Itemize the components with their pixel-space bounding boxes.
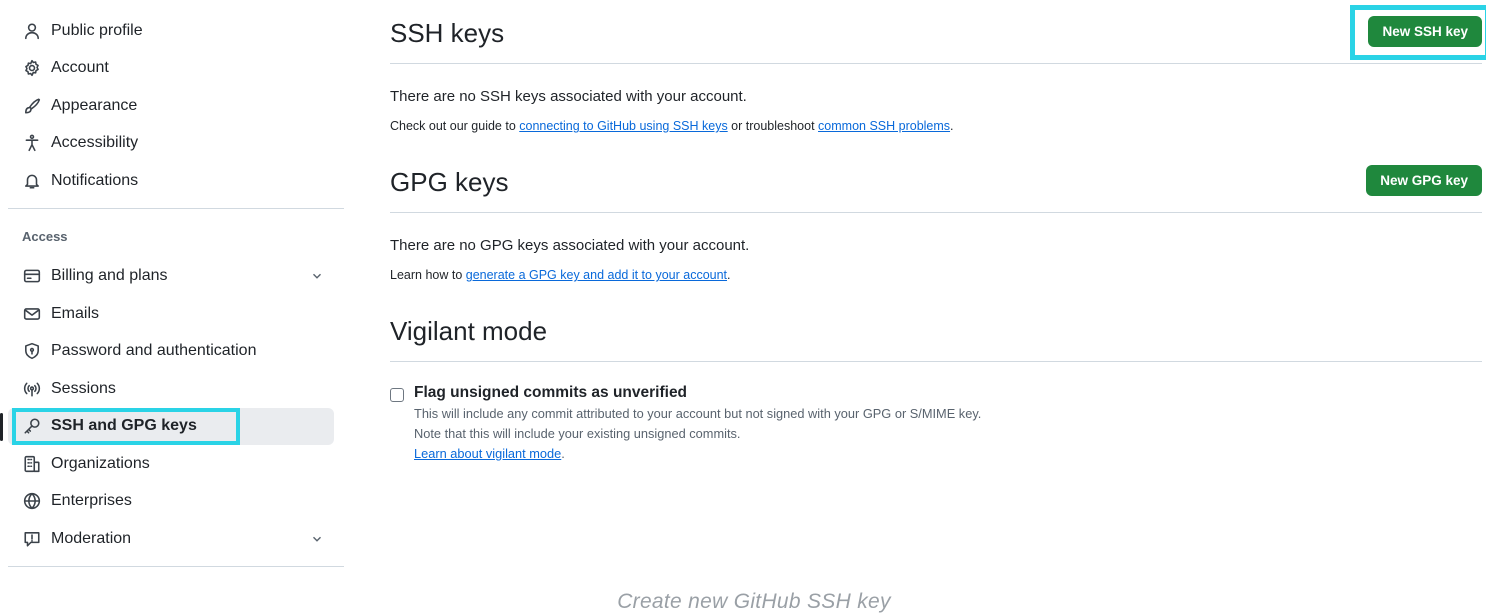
sidebar-item-label: Password and authentication: [51, 342, 257, 360]
sidebar-item-label: SSH and GPG keys: [51, 417, 197, 435]
sidebar-item-moderation[interactable]: Moderation: [8, 520, 344, 558]
vigilant-desc-line: This will include any commit attributed …: [414, 406, 982, 421]
accessibility-icon: [22, 133, 42, 153]
sidebar-item-label: Appearance: [51, 96, 138, 114]
sidebar-item-label: Moderation: [51, 529, 132, 547]
help-text: .: [950, 119, 954, 133]
chevron-down-icon[interactable]: [310, 269, 324, 283]
ssh-keys-title: SSH keys: [390, 18, 505, 48]
flag-unsigned-checkbox[interactable]: [390, 388, 404, 402]
sidebar-divider: [8, 565, 344, 567]
new-ssh-key-button[interactable]: New SSH key: [1368, 16, 1482, 47]
sidebar-item-ssh-gpg-keys[interactable]: SSH and GPG keys: [0, 407, 334, 445]
ssh-keys-section: SSH keys New SSH key There are no SSH ke…: [390, 0, 1486, 133]
sidebar-item-account[interactable]: Account: [8, 50, 344, 88]
person-icon: [22, 21, 42, 41]
vigilant-mode-title: Vigilant mode: [390, 316, 548, 346]
vigilant-mode-section: Vigilant mode Flag unsigned commits as u…: [390, 298, 1482, 464]
organization-icon: [22, 454, 42, 474]
gear-icon: [22, 58, 42, 78]
gpg-guide-link[interactable]: generate a GPG key and add it to your ac…: [466, 268, 727, 282]
sidebar-item-label: Accessibility: [51, 134, 139, 152]
image-caption: Create new GitHub SSH key: [617, 590, 891, 613]
key-icon: [22, 416, 42, 436]
gpg-keys-header: GPG keys New GPG key: [390, 149, 1482, 213]
sidebar-section-access: Access: [22, 228, 68, 244]
vigilant-desc-line: Note that this will include your existin…: [414, 426, 741, 441]
bell-icon: [22, 171, 42, 191]
sidebar-item-organizations[interactable]: Organizations: [8, 445, 344, 483]
gpg-keys-section: GPG keys New GPG key There are no GPG ke…: [390, 149, 1482, 282]
vigilant-option: Flag unsigned commits as unverified This…: [390, 384, 1482, 464]
sidebar-item-label: Billing and plans: [51, 267, 168, 285]
mail-icon: [22, 304, 42, 324]
broadcast-icon: [22, 379, 42, 399]
help-text: Learn how to: [390, 268, 466, 282]
gpg-empty-message: There are no GPG keys associated with yo…: [390, 237, 750, 254]
shield-lock-icon: [22, 341, 42, 361]
paintbrush-icon: [22, 96, 42, 116]
sidebar-item-label: Sessions: [51, 379, 116, 397]
gpg-help-text: Learn how to generate a GPG key and add …: [390, 268, 1482, 282]
sidebar-item-label: Public profile: [51, 21, 143, 39]
ssh-help-text: Check out our guide to connecting to Git…: [390, 119, 1482, 133]
sidebar-item-label: Enterprises: [51, 492, 132, 510]
sidebar-item-emails[interactable]: Emails: [8, 295, 344, 333]
settings-sidebar: Public profile Account Appearance Access…: [0, 12, 344, 575]
ssh-keys-header: SSH keys New SSH key: [390, 0, 1486, 64]
sidebar-item-notifications[interactable]: Notifications: [8, 162, 344, 200]
vigilant-description: This will include any commit attributed …: [414, 404, 981, 464]
sidebar-item-label: Organizations: [51, 454, 150, 472]
sidebar-item-public-profile[interactable]: Public profile: [8, 12, 344, 50]
ssh-empty-message: There are no SSH keys associated with yo…: [390, 88, 747, 105]
sidebar-item-sessions[interactable]: Sessions: [8, 370, 344, 408]
new-gpg-key-button[interactable]: New GPG key: [1366, 165, 1482, 196]
ssh-guide-link[interactable]: connecting to GitHub using SSH keys: [519, 119, 727, 133]
report-icon: [22, 529, 42, 549]
sidebar-item-password[interactable]: Password and authentication: [8, 333, 344, 371]
settings-main: SSH keys New SSH key There are no SSH ke…: [390, 0, 1486, 464]
help-text: or troubleshoot: [727, 119, 819, 133]
flag-unsigned-label[interactable]: Flag unsigned commits as unverified: [414, 384, 981, 402]
globe-icon: [22, 491, 42, 511]
sidebar-item-appearance[interactable]: Appearance: [8, 87, 344, 125]
chevron-down-icon[interactable]: [310, 532, 324, 546]
sidebar-item-label: Notifications: [51, 171, 139, 189]
sidebar-item-billing[interactable]: Billing and plans: [8, 258, 344, 296]
help-text: .: [727, 268, 731, 282]
ssh-problems-link[interactable]: common SSH problems: [818, 119, 950, 133]
sidebar-item-label: Emails: [51, 304, 100, 322]
active-indicator: [0, 412, 3, 441]
vigilant-learn-link[interactable]: Learn about vigilant mode: [414, 446, 561, 461]
sidebar-item-label: Account: [51, 59, 109, 77]
sidebar-item-accessibility[interactable]: Accessibility: [8, 125, 344, 163]
vigilant-mode-header: Vigilant mode: [390, 298, 1482, 362]
sidebar-item-enterprises[interactable]: Enterprises: [8, 483, 344, 521]
credit-card-icon: [22, 266, 42, 286]
help-text: Check out our guide to: [390, 119, 520, 133]
help-text: .: [561, 446, 565, 461]
gpg-keys-title: GPG keys: [390, 167, 509, 197]
sidebar-divider: [8, 207, 344, 209]
